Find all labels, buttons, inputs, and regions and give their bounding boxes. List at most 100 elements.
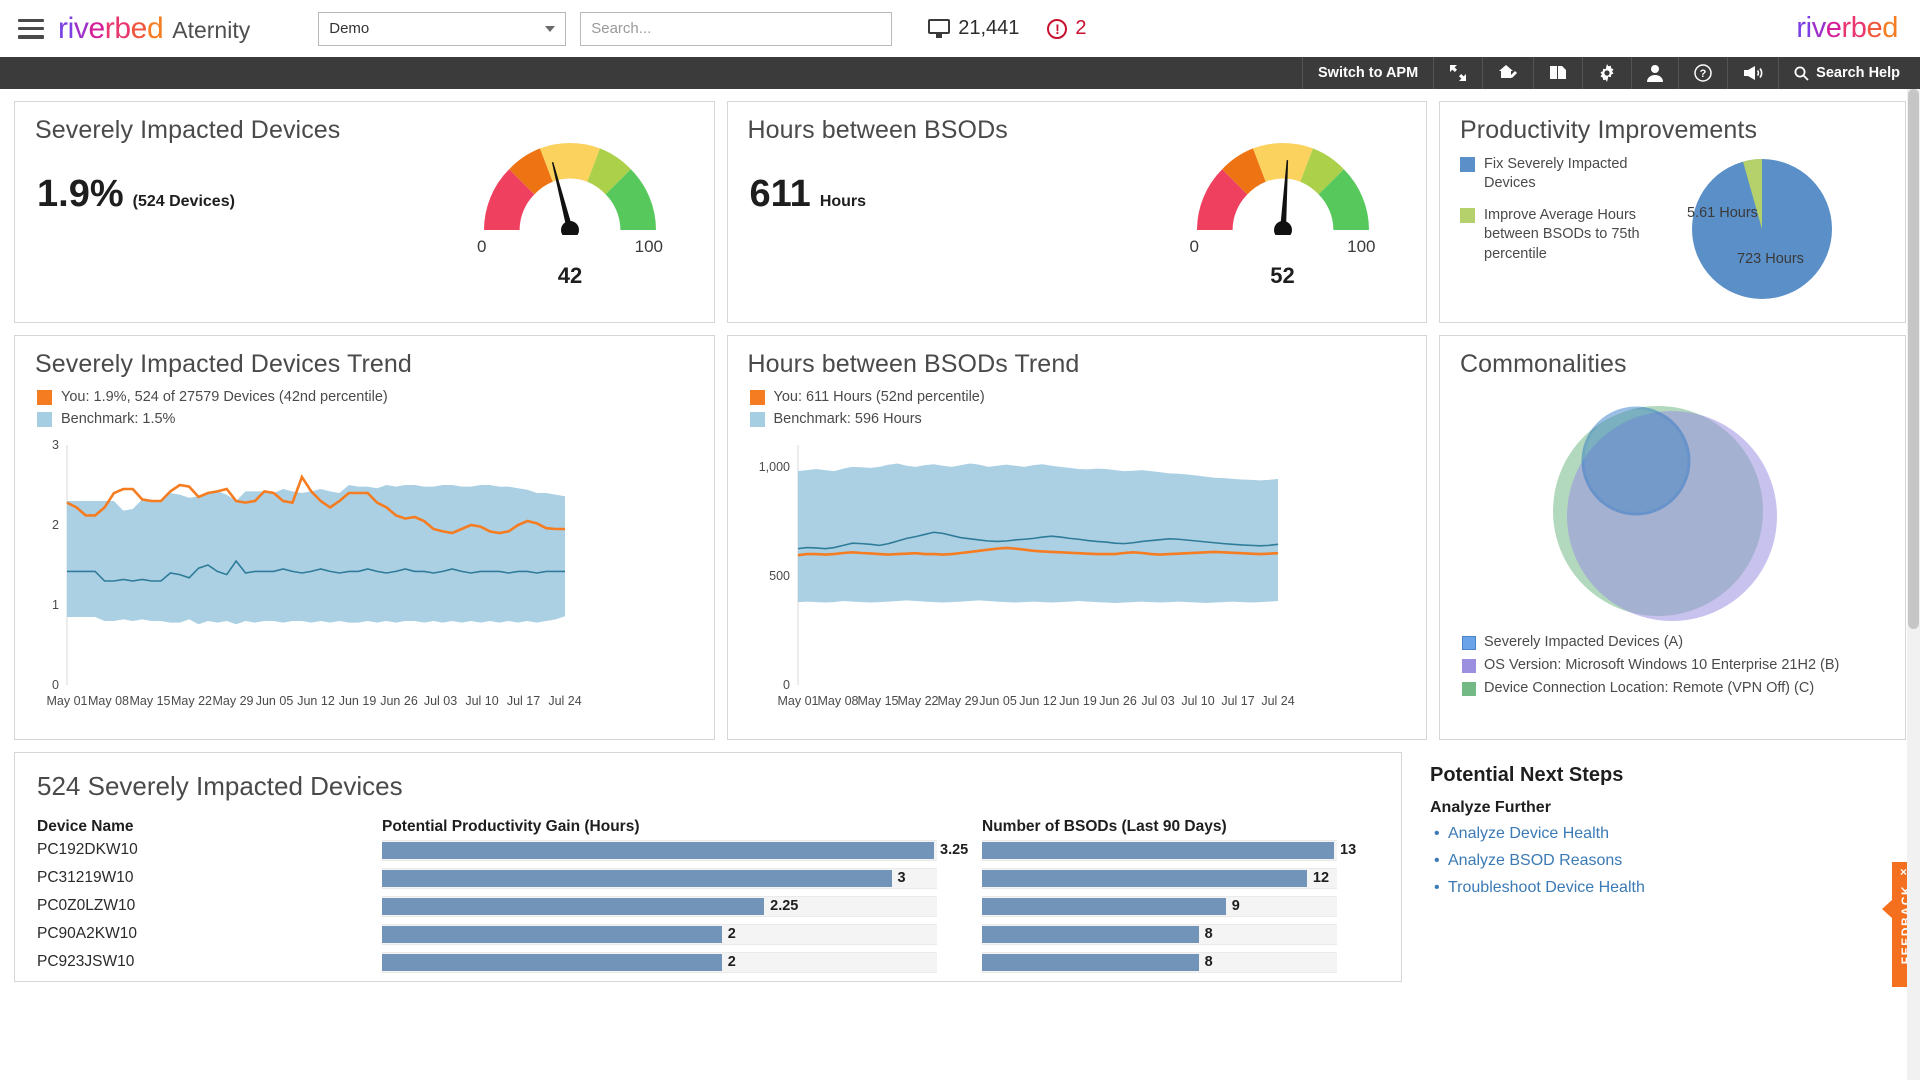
legend-item[interactable]: Benchmark: 1.5% bbox=[37, 411, 714, 427]
gauge-widget: 0 100 42 bbox=[455, 130, 685, 289]
person-icon bbox=[1647, 64, 1663, 82]
search-input[interactable] bbox=[580, 12, 892, 46]
hamburger-menu-icon[interactable] bbox=[18, 19, 44, 39]
next-steps-links: Analyze Device Health Analyze BSOD Reason… bbox=[1414, 817, 1884, 897]
help-icon: ? bbox=[1694, 64, 1712, 82]
legend-swatch bbox=[1462, 636, 1476, 650]
announcements-button[interactable] bbox=[1727, 57, 1778, 89]
svg-text:Jun 19: Jun 19 bbox=[339, 694, 377, 708]
megaphone-icon bbox=[1743, 65, 1763, 81]
kpi-value: 611 bbox=[750, 173, 811, 216]
kpi-value-group: 611 Hours bbox=[728, 145, 867, 216]
expand-button[interactable] bbox=[1433, 57, 1482, 89]
bar-fill bbox=[382, 842, 934, 859]
next-step-link[interactable]: Analyze BSOD Reasons bbox=[1448, 852, 1884, 870]
legend-label: Benchmark: 596 Hours bbox=[774, 411, 922, 427]
legend-label: Severely Impacted Devices (A) bbox=[1484, 634, 1683, 650]
next-steps-subtitle: Analyze Further bbox=[1414, 787, 1884, 817]
table-row[interactable]: PC923JSW1028 bbox=[15, 948, 1401, 976]
svg-text:Jun 19: Jun 19 bbox=[1059, 694, 1097, 708]
duplicate-button[interactable] bbox=[1533, 57, 1582, 89]
card-title: Commonalities bbox=[1440, 336, 1905, 379]
gauge-value: 52 bbox=[1168, 263, 1398, 289]
bar-value: 12 bbox=[1313, 870, 1329, 886]
monitor-icon bbox=[928, 19, 950, 38]
summary-row: Severely Impacted Devices 1.9% (524 Devi… bbox=[14, 101, 1906, 323]
chevron-down-icon bbox=[545, 26, 555, 32]
pie-slice-label-green: 5.61 Hours bbox=[1687, 205, 1758, 221]
legend-item[interactable]: You: 611 Hours (52nd percentile) bbox=[750, 389, 1427, 405]
details-row: 524 Severely Impacted Devices Device Nam… bbox=[14, 752, 1906, 982]
trends-row: Severely Impacted Devices Trend You: 1.9… bbox=[14, 335, 1906, 740]
legend-label: You: 611 Hours (52nd percentile) bbox=[774, 389, 985, 405]
tenant-select[interactable]: Demo bbox=[318, 12, 566, 46]
svg-text:May 01: May 01 bbox=[777, 694, 818, 708]
legend-swatch bbox=[1462, 682, 1476, 696]
close-icon[interactable]: × bbox=[1900, 865, 1907, 879]
gauge-max: 100 bbox=[635, 237, 663, 257]
legend-label: Improve Average Hours between BSODs to 7… bbox=[1484, 206, 1665, 263]
legend-item[interactable]: You: 1.9%, 524 of 27579 Devices (42nd pe… bbox=[37, 389, 714, 405]
page-scrollbar[interactable] bbox=[1907, 89, 1920, 1080]
gauge-max: 100 bbox=[1347, 237, 1375, 257]
legend-item[interactable]: Fix Severely Impacted Devices bbox=[1460, 155, 1665, 193]
switch-to-apm-label: Switch to APM bbox=[1318, 65, 1418, 81]
app-brand: riverbed Aternity bbox=[58, 12, 250, 46]
svg-text:May 08: May 08 bbox=[817, 694, 858, 708]
trend-chart-bsods: 05001,000May 01May 08May 15May 22May 29J… bbox=[728, 435, 1427, 730]
legend-item[interactable]: OS Version: Microsoft Windows 10 Enterpr… bbox=[1462, 657, 1905, 673]
search-help-button[interactable]: Search Help bbox=[1778, 57, 1920, 89]
switch-to-apm-button[interactable]: Switch to APM bbox=[1302, 57, 1433, 89]
next-step-link[interactable]: Troubleshoot Device Health bbox=[1448, 879, 1884, 897]
user-account-button[interactable] bbox=[1631, 57, 1678, 89]
pie-legend: Fix Severely Impacted Devices Improve Av… bbox=[1460, 155, 1665, 308]
settings-button[interactable] bbox=[1582, 57, 1631, 89]
legend-item[interactable]: Improve Average Hours between BSODs to 7… bbox=[1460, 206, 1665, 263]
header-metrics: 21,441 ! 2 bbox=[928, 17, 1086, 40]
svg-text:Jun 05: Jun 05 bbox=[979, 694, 1017, 708]
gear-icon bbox=[1598, 64, 1616, 82]
table-row[interactable]: PC31219W10312 bbox=[15, 864, 1401, 892]
device-count-metric[interactable]: 21,441 bbox=[928, 17, 1019, 40]
legend-item[interactable]: Severely Impacted Devices (A) bbox=[1462, 634, 1905, 650]
legend-item[interactable]: Benchmark: 596 Hours bbox=[750, 411, 1427, 427]
svg-text:?: ? bbox=[1700, 68, 1707, 80]
scrollbar-thumb[interactable] bbox=[1908, 89, 1919, 629]
bar-fill bbox=[382, 954, 722, 971]
legend-item[interactable]: Device Connection Location: Remote (VPN … bbox=[1462, 680, 1905, 696]
venn-diagram bbox=[1440, 379, 1905, 634]
bar-value: 13 bbox=[1340, 842, 1356, 858]
dashboard-content: Severely Impacted Devices 1.9% (524 Devi… bbox=[0, 89, 1920, 982]
svg-text:May 15: May 15 bbox=[130, 694, 171, 708]
column-header-bsod-count: Number of BSODs (Last 90 Days) bbox=[982, 818, 1382, 836]
svg-text:Jun 26: Jun 26 bbox=[380, 694, 418, 708]
kpi-subtext: (524 Devices) bbox=[133, 193, 235, 211]
table-row[interactable]: PC0Z0LZW102.259 bbox=[15, 892, 1401, 920]
bar-value: 3 bbox=[898, 870, 906, 886]
svg-text:Jul 03: Jul 03 bbox=[1141, 694, 1174, 708]
productivity-pie-chart: 5.61 Hours 723 Hours bbox=[1677, 155, 1847, 308]
cell-bsod-count: 13 bbox=[982, 840, 1382, 861]
table-row[interactable]: PC192DKW103.2513 bbox=[15, 836, 1401, 864]
alert-count-metric[interactable]: ! 2 bbox=[1047, 17, 1086, 40]
svg-text:1: 1 bbox=[52, 598, 59, 612]
next-step-link[interactable]: Analyze Device Health bbox=[1448, 825, 1884, 843]
feedback-notch bbox=[1882, 900, 1892, 918]
cell-productivity-gain: 3.25 bbox=[382, 840, 982, 861]
table-row[interactable]: PC90A2KW1028 bbox=[15, 920, 1401, 948]
help-button[interactable]: ? bbox=[1678, 57, 1727, 89]
svg-text:Jun 12: Jun 12 bbox=[297, 694, 335, 708]
riverbed-logo-right: riverbed bbox=[1796, 12, 1898, 45]
cell-productivity-gain: 3 bbox=[382, 868, 982, 889]
gauge-scale: 0 100 bbox=[1190, 237, 1376, 257]
legend-swatch bbox=[750, 412, 765, 427]
legend-swatch bbox=[750, 390, 765, 405]
bar-value: 2 bbox=[728, 926, 736, 942]
table-body: PC192DKW103.2513PC31219W10312PC0Z0LZW102… bbox=[15, 836, 1401, 976]
svg-text:Jul 03: Jul 03 bbox=[424, 694, 457, 708]
productivity-improvements-card: Productivity Improvements Fix Severely I… bbox=[1439, 101, 1906, 323]
search-help-label: Search Help bbox=[1816, 65, 1900, 81]
kpi-subtext: Hours bbox=[820, 193, 866, 211]
svg-text:May 01: May 01 bbox=[47, 694, 88, 708]
edit-dashboard-button[interactable] bbox=[1482, 57, 1533, 89]
